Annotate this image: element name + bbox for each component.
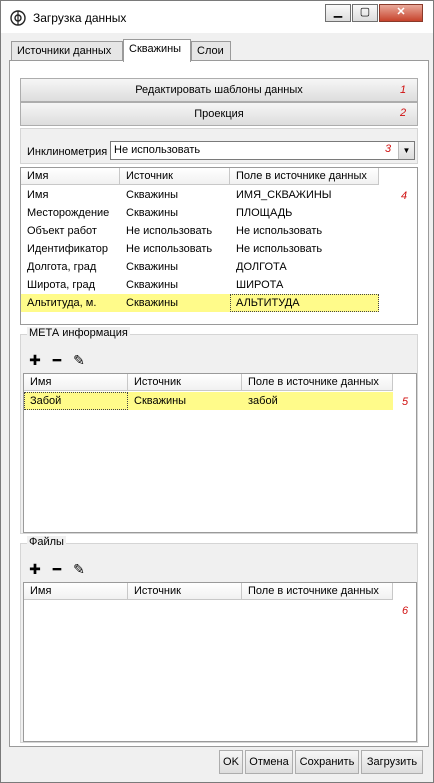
- column-header-source[interactable]: Источник: [120, 168, 230, 185]
- meta-grid: Имя Источник Поле в источнике данных Заб…: [23, 373, 417, 533]
- tab-data-sources[interactable]: Источники данных: [11, 41, 123, 61]
- marker-2: 2: [400, 107, 407, 119]
- add-icon[interactable]: ✚: [27, 353, 43, 369]
- cancel-label: Отмена: [249, 756, 289, 768]
- add-icon[interactable]: ✚: [27, 562, 43, 578]
- table-cell[interactable]: Скважины: [120, 204, 178, 222]
- save-button[interactable]: Сохранить: [295, 750, 359, 774]
- column-header-field[interactable]: Поле в источнике данных: [242, 374, 393, 391]
- table-cell[interactable]: Альтитуда, м.: [21, 294, 96, 312]
- projection-label: Проекция: [194, 108, 244, 120]
- table-cell[interactable]: ДОЛГОТА: [230, 258, 287, 276]
- window-title: Загрузка данных: [33, 11, 127, 25]
- title-bar: Загрузка данных ▁ ▢ ✕: [1, 1, 433, 33]
- marker-1: 1: [400, 84, 407, 96]
- files-grid: Имя Источник Поле в источнике данных 6: [23, 582, 417, 742]
- edit-icon[interactable]: ✎: [71, 562, 87, 578]
- table-cell[interactable]: забой: [242, 392, 278, 410]
- table-cell[interactable]: Объект работ: [21, 222, 97, 240]
- load-button[interactable]: Загрузить: [361, 750, 423, 774]
- column-header-name[interactable]: Имя: [24, 583, 128, 600]
- cancel-button[interactable]: Отмена: [245, 750, 293, 774]
- inclinometry-select[interactable]: Не использовать ▼: [110, 141, 415, 160]
- tab-strip: Источники данных Скважины Слои: [9, 39, 429, 62]
- edit-icon[interactable]: ✎: [71, 353, 87, 369]
- minimize-button[interactable]: ▁: [325, 4, 351, 22]
- edit-templates-button[interactable]: Редактировать шаблоны данных: [20, 78, 418, 102]
- marker-6: 6: [402, 605, 409, 617]
- edit-templates-label: Редактировать шаблоны данных: [135, 84, 303, 96]
- ok-label: OK: [223, 756, 239, 768]
- tab-layers[interactable]: Слои: [191, 41, 231, 61]
- chevron-down-icon[interactable]: ▼: [398, 142, 414, 159]
- close-icon: ✕: [396, 6, 406, 18]
- meta-info-group: МЕТА информация ✚ ━ ✎ Имя Источник Поле …: [20, 327, 418, 534]
- ok-button[interactable]: OK: [219, 750, 243, 774]
- dialog-window: Загрузка данных ▁ ▢ ✕ Источники данных С…: [0, 0, 434, 783]
- field-mapping-grid: Имя Источник Поле в источнике данных Имя…: [20, 167, 418, 325]
- table-cell[interactable]: Скважины: [120, 276, 178, 294]
- remove-icon[interactable]: ━: [49, 353, 65, 369]
- table-cell[interactable]: Не использовать: [120, 222, 212, 240]
- files-title: Файлы: [27, 536, 66, 548]
- table-cell[interactable]: Скважины: [120, 186, 178, 204]
- table-cell[interactable]: Не использовать: [230, 222, 322, 240]
- table-cell[interactable]: Идентификатор: [21, 240, 108, 258]
- table-cell[interactable]: ПЛОЩАДЬ: [230, 204, 292, 222]
- inclinometry-group: Инклинометрия Не использовать ▼ 3: [20, 128, 418, 164]
- table-cell[interactable]: ШИРОТА: [230, 276, 283, 294]
- tab-wells[interactable]: Скважины: [123, 39, 191, 62]
- minimize-icon: ▁: [333, 6, 343, 18]
- table-cell[interactable]: Скважины: [120, 258, 178, 276]
- table-cell[interactable]: Месторождение: [21, 204, 109, 222]
- table-cell[interactable]: Забой: [24, 392, 61, 410]
- projection-button[interactable]: Проекция: [20, 102, 418, 126]
- wells-tab-panel: Редактировать шаблоны данных 1 Проекция …: [9, 60, 429, 747]
- table-cell[interactable]: Не использовать: [230, 240, 322, 258]
- column-header-field[interactable]: Поле в источнике данных: [230, 168, 379, 185]
- column-header-name[interactable]: Имя: [21, 168, 120, 185]
- column-header-source[interactable]: Источник: [128, 374, 242, 391]
- close-button[interactable]: ✕: [379, 4, 423, 22]
- files-group: Файлы ✚ ━ ✎ Имя Источник Поле в источник…: [20, 536, 418, 743]
- table-cell[interactable]: ИМЯ_СКВАЖИНЫ: [230, 186, 332, 204]
- save-label: Сохранить: [299, 756, 355, 768]
- column-header-field[interactable]: Поле в источнике данных: [242, 583, 393, 600]
- table-cell[interactable]: АЛЬТИТУДА: [230, 294, 300, 312]
- column-header-name[interactable]: Имя: [24, 374, 128, 391]
- table-cell[interactable]: Имя: [21, 186, 48, 204]
- table-cell[interactable]: Долгота, град: [21, 258, 96, 276]
- load-label: Загрузить: [366, 756, 418, 768]
- table-cell[interactable]: Не использовать: [120, 240, 212, 258]
- table-cell[interactable]: Скважины: [128, 392, 186, 410]
- marker-4: 4: [401, 190, 408, 202]
- remove-icon[interactable]: ━: [49, 562, 65, 578]
- column-header-source[interactable]: Источник: [128, 583, 242, 600]
- maximize-button[interactable]: ▢: [352, 4, 378, 22]
- maximize-icon: ▢: [359, 6, 371, 18]
- inclinometry-label: Инклинометрия: [27, 146, 108, 158]
- marker-5: 5: [402, 396, 409, 408]
- meta-info-title: МЕТА информация: [27, 327, 130, 339]
- table-cell[interactable]: Скважины: [120, 294, 178, 312]
- table-cell[interactable]: Широта, град: [21, 276, 95, 294]
- inclinometry-value: Не использовать: [114, 144, 201, 156]
- gear-logo-icon: [10, 10, 26, 26]
- marker-3: 3: [385, 143, 392, 155]
